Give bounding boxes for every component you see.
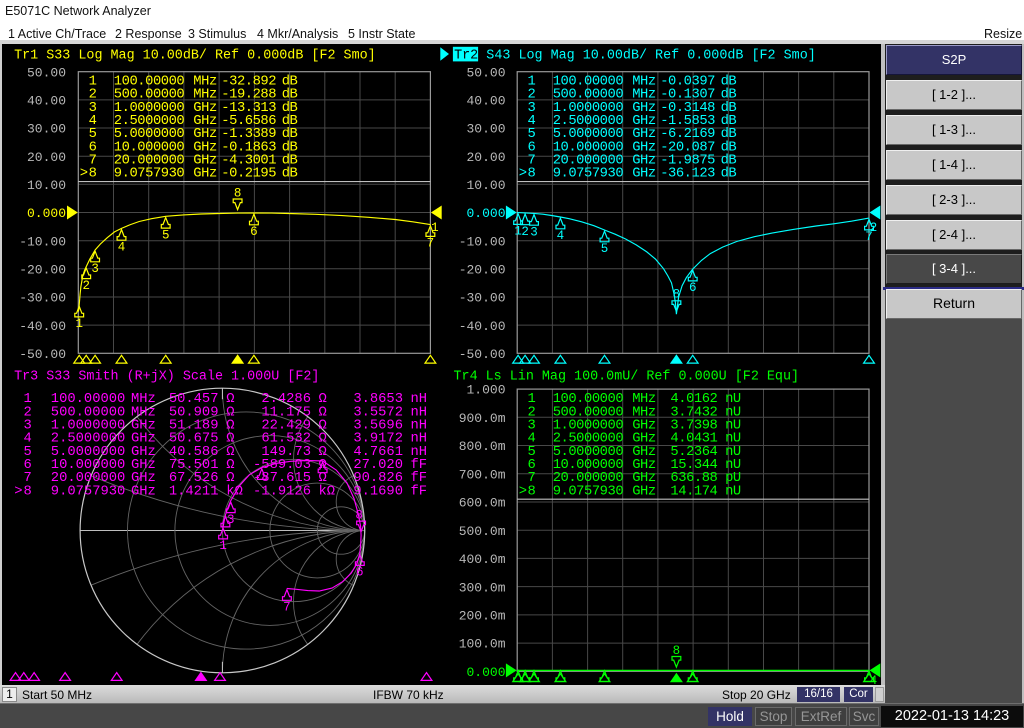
svg-text:3: 3 [227,513,235,527]
svg-text:0.000: 0.000 [466,206,505,221]
svg-text:-1.9126: -1.9126 [253,484,311,499]
svg-text:kΩ: kΩ [319,483,336,499]
svg-text:8: 8 [355,508,363,522]
svg-text:10.00: 10.00 [466,178,505,193]
svg-text:0.000: 0.000 [466,665,505,680]
svg-text:S43 Log Mag 10.00dB/ Ref 0.000: S43 Log Mag 10.00dB/ Ref 0.000dB [F2 Smo… [486,49,815,64]
svg-text:-20.00: -20.00 [19,262,66,277]
svg-text:200.0m: 200.0m [459,609,506,624]
svg-text:10.00: 10.00 [27,178,66,193]
svg-text:GHz: GHz [632,167,656,182]
svg-text:4: 4 [118,240,126,254]
svg-text:GHz: GHz [632,484,656,499]
svg-text:5: 5 [601,242,609,256]
svg-text:1: 1 [219,539,227,553]
svg-text:1.000: 1.000 [466,383,505,398]
svg-text:GHz: GHz [193,167,217,182]
svg-text:-0.2195: -0.2195 [221,167,276,182]
svg-text:kΩ: kΩ [226,483,243,499]
svg-text:1: 1 [431,221,439,235]
svg-text:40.00: 40.00 [27,94,66,109]
svg-text:2: 2 [82,279,90,293]
svg-text:14.174: 14.174 [670,484,717,499]
svg-text:-30.00: -30.00 [19,291,66,306]
svg-text:9.0757930: 9.0757930 [553,167,624,182]
svg-text:1.4211: 1.4211 [169,484,219,499]
svg-text:20.00: 20.00 [27,150,66,165]
svg-text:30.00: 30.00 [27,122,66,137]
svg-text:-50.00: -50.00 [459,347,506,362]
svg-text:600.0m: 600.0m [459,496,506,511]
svg-text:-20.00: -20.00 [459,262,506,277]
svg-text:8: 8 [673,644,681,658]
svg-text:7: 7 [283,601,291,615]
svg-text:dB: dB [282,166,298,182]
svg-text:6: 6 [689,281,697,295]
svg-text:-50.00: -50.00 [19,347,66,362]
svg-text:-10.00: -10.00 [19,234,66,249]
svg-text:fF: fF [411,483,428,499]
svg-text:400.0m: 400.0m [459,552,506,567]
svg-text:4: 4 [557,229,565,243]
svg-text:GHz: GHz [131,484,156,499]
svg-text:300.0m: 300.0m [459,580,506,595]
svg-text:8: 8 [89,167,97,182]
svg-text:50.00: 50.00 [27,65,66,80]
svg-text:2: 2 [521,225,529,239]
svg-text:100.0m: 100.0m [459,637,506,652]
svg-text:-10.00: -10.00 [459,234,506,249]
svg-text:Tr1 S33 Log Mag 10.00dB/ Ref 0: Tr1 S33 Log Mag 10.00dB/ Ref 0.000dB [F2… [14,49,376,64]
svg-text:8: 8 [24,484,32,499]
svg-text:>: > [519,167,527,182]
svg-text:5: 5 [162,228,170,242]
svg-text:7: 7 [427,237,435,251]
svg-text:Tr2: Tr2 [454,49,478,64]
svg-text:1: 1 [75,317,83,331]
svg-text:30.00: 30.00 [466,122,505,137]
svg-text:nU: nU [725,484,741,499]
svg-text:9.1690: 9.1690 [353,484,403,499]
svg-text:3: 3 [91,262,99,276]
svg-text:9.0757930: 9.0757930 [51,484,126,499]
svg-text:8: 8 [234,186,242,200]
svg-text:500.0m: 500.0m [459,524,506,539]
svg-text:800.0m: 800.0m [459,439,506,454]
svg-text:700.0m: 700.0m [459,467,506,482]
svg-text:-36.123: -36.123 [660,167,715,182]
svg-text:Tr3 S33 Smith (R+jX) Scale 1.0: Tr3 S33 Smith (R+jX) Scale 1.000U [F2] [14,369,319,384]
svg-text:>: > [519,484,527,499]
svg-text:8: 8 [528,167,536,182]
svg-text:-40.00: -40.00 [459,319,506,334]
svg-text:9.0757930: 9.0757930 [553,484,624,499]
svg-text:-40.00: -40.00 [19,319,66,334]
svg-text:3: 3 [530,225,538,239]
svg-text:8: 8 [673,287,681,301]
svg-text:8: 8 [528,484,536,499]
svg-text:2: 2 [870,221,878,235]
svg-text:40.00: 40.00 [466,94,505,109]
svg-text:>: > [14,484,22,499]
svg-text:-30.00: -30.00 [459,291,506,306]
svg-text:6: 6 [356,566,364,580]
svg-text:9.0757930: 9.0757930 [114,167,185,182]
svg-text:>: > [80,167,88,182]
svg-text:20.00: 20.00 [466,150,505,165]
svg-text:900.0m: 900.0m [459,411,506,426]
svg-text:6: 6 [250,225,258,239]
svg-text:0.000: 0.000 [27,206,66,221]
svg-text:50.00: 50.00 [466,65,505,80]
svg-text:dB: dB [721,166,737,182]
